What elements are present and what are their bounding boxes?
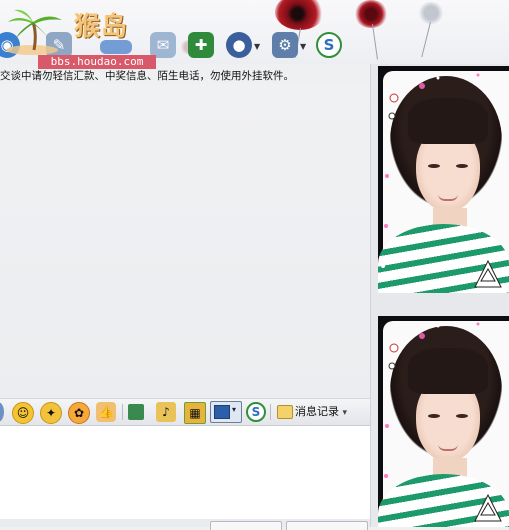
message-history-label: 消息记录 bbox=[295, 405, 339, 418]
shake-icon[interactable]: ✿ bbox=[68, 402, 90, 424]
soso-icon[interactable]: S bbox=[246, 402, 266, 422]
self-avatar[interactable] bbox=[378, 316, 509, 527]
chevron-down-icon: ▾ bbox=[232, 405, 237, 414]
stem-decoration bbox=[372, 23, 379, 60]
profile-icon[interactable]: ● bbox=[226, 32, 252, 58]
font-icon[interactable] bbox=[0, 402, 4, 422]
screenshot-button[interactable]: ▾ bbox=[210, 401, 242, 423]
thumbs-up-icon[interactable]: 👍 bbox=[96, 402, 116, 422]
logo-text: 猴岛 bbox=[74, 12, 129, 42]
message-history-button[interactable]: 消息记录 ▾ bbox=[275, 402, 347, 422]
chevron-down-icon[interactable]: ▼ bbox=[300, 42, 306, 51]
flower-decoration bbox=[418, 2, 444, 24]
input-toolbar: ☺ ✦ ✿ 👍 ♪ ▦ ▾ S 消息记录 ▾ bbox=[0, 398, 370, 426]
magic-emoji-icon[interactable]: ✦ bbox=[40, 402, 62, 424]
emoji-icon[interactable]: ☺ bbox=[12, 402, 34, 424]
notice-text: 交谈中请勿轻信汇款、中奖信息、陌生电话，勿使用外挂软件。 bbox=[0, 70, 294, 82]
tree-icon bbox=[474, 493, 502, 522]
image-icon[interactable] bbox=[128, 404, 144, 420]
send-button[interactable] bbox=[286, 521, 368, 530]
logo-url: bbs.houdao.com bbox=[38, 55, 156, 69]
stem-decoration bbox=[421, 22, 431, 58]
gift-icon[interactable]: ▦ bbox=[184, 402, 206, 424]
tree-icon bbox=[474, 259, 502, 288]
toolbar-divider bbox=[270, 404, 271, 420]
palm-tree-icon bbox=[6, 9, 62, 55]
chat-history-pane[interactable] bbox=[0, 84, 370, 398]
message-input[interactable] bbox=[0, 426, 370, 520]
contact-avatar-large[interactable] bbox=[378, 66, 509, 293]
toolbar-divider bbox=[122, 404, 123, 420]
chevron-down-icon: ▾ bbox=[342, 408, 348, 418]
security-notice: 交谈中请勿轻信汇款、中奖信息、陌生电话，勿使用外挂软件。 bbox=[0, 68, 370, 84]
watermark-logo: 猴岛 bbs.houdao.com bbox=[0, 0, 160, 70]
poppy-decoration bbox=[275, 0, 325, 30]
history-icon bbox=[277, 405, 293, 419]
screenshot-icon bbox=[214, 405, 230, 419]
add-message-icon[interactable]: ✚ bbox=[188, 32, 214, 58]
music-icon[interactable]: ♪ bbox=[156, 402, 176, 422]
close-button[interactable] bbox=[210, 521, 282, 530]
chevron-down-icon[interactable]: ▼ bbox=[254, 42, 260, 51]
soso-icon[interactable]: S bbox=[316, 32, 342, 58]
settings-icon[interactable]: ⚙ bbox=[272, 32, 298, 58]
